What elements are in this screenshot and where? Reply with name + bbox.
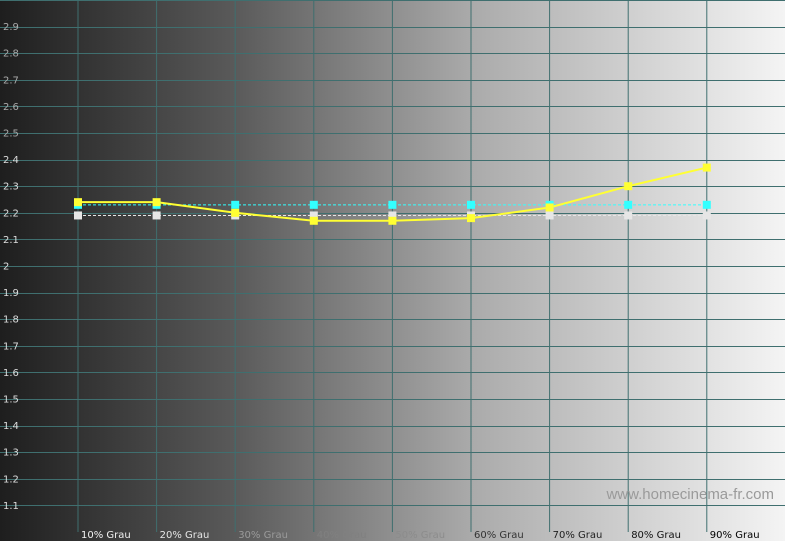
- series-point: [309, 216, 318, 225]
- y-tick-label: 1.7: [3, 341, 19, 352]
- series-point: [309, 200, 318, 209]
- x-tick-label: 50% Grau: [395, 530, 445, 541]
- gamma-chart: 1.1 1.2 1.3 1.4 1.5 1.6 1.7 1.8 1.9 2 2.1 2.2 2.3 2.4…: [0, 0, 785, 541]
- y-tick-label: 2.4: [3, 155, 19, 166]
- series-point: [231, 200, 240, 209]
- y-tick-label: 2.5: [3, 129, 19, 140]
- y-tick-label: 2.7: [3, 75, 19, 86]
- x-tick-label: 10% Grau: [81, 530, 131, 541]
- x-tick-label: 30% Grau: [238, 530, 288, 541]
- x-tick-labels: 10% Grau 20% Grau 30% Grau 40% Grau 50% Grau…: [81, 530, 760, 541]
- y-tick-label: 1.4: [3, 421, 19, 432]
- series-point: [74, 198, 82, 207]
- x-tick-label: 60% Grau: [474, 530, 524, 541]
- series-point: [74, 211, 82, 220]
- x-tick-label: 80% Grau: [631, 530, 681, 541]
- series-point: [702, 211, 711, 220]
- series-point: [702, 200, 711, 209]
- series-point: [467, 214, 475, 223]
- series-point: [152, 211, 161, 220]
- y-tick-label: 1.9: [3, 288, 19, 299]
- y-tick-label: 1.5: [3, 395, 19, 406]
- y-tick-label: 2.8: [3, 49, 19, 60]
- series-point: [545, 203, 554, 212]
- series-point: [231, 208, 240, 217]
- y-tick-label: 2: [3, 262, 9, 273]
- series-point: [702, 163, 711, 172]
- y-tick-label: 1.3: [3, 448, 19, 459]
- x-tick-label: 20% Grau: [160, 530, 210, 541]
- x-tick-label: 70% Grau: [553, 530, 603, 541]
- y-tick-label: 1.1: [3, 501, 19, 512]
- watermark-text: www.homecinema-fr.com: [605, 486, 774, 503]
- x-tick-label: 90% Grau: [710, 530, 760, 541]
- series-point: [152, 198, 161, 207]
- y-tick-label: 2.1: [3, 235, 19, 246]
- series-point: [624, 211, 633, 220]
- y-tick-label: 1.8: [3, 315, 19, 326]
- x-tick-label: 40% Grau: [317, 530, 367, 541]
- series-point: [545, 211, 554, 220]
- y-tick-label: 2.6: [3, 102, 19, 113]
- series-point: [388, 216, 397, 225]
- series-point: [467, 200, 475, 209]
- y-tick-label: 1.2: [3, 474, 19, 485]
- series-point: [624, 182, 633, 191]
- y-tick-label: 2.9: [3, 22, 19, 33]
- series-point: [624, 200, 633, 209]
- chart-canvas: 1.1 1.2 1.3 1.4 1.5 1.6 1.7 1.8 1.9 2 2.1 2.2 2.3 2.4…: [0, 0, 785, 541]
- series-point: [388, 200, 397, 209]
- y-tick-label: 2.2: [3, 208, 19, 219]
- y-tick-label: 2.3: [3, 182, 19, 193]
- y-tick-label: 1.6: [3, 368, 19, 379]
